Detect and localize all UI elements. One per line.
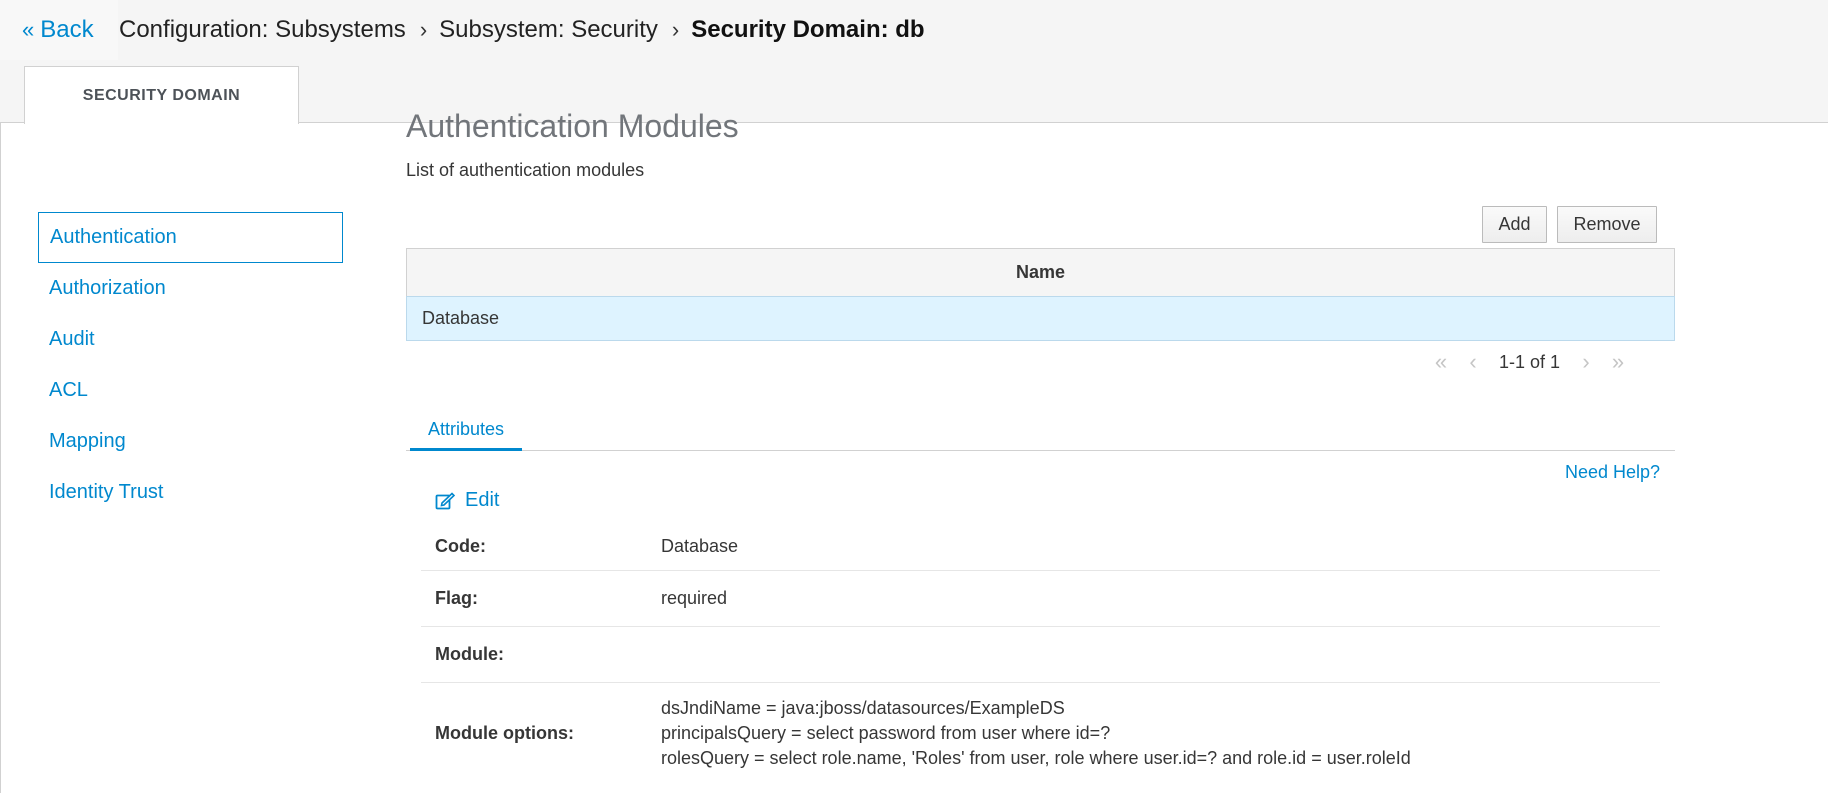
attribute-label: Module:: [435, 644, 504, 664]
sidebar-item-audit[interactable]: Audit: [38, 314, 343, 365]
modules-table: Name Database: [406, 248, 1675, 341]
back-label: Back: [40, 16, 94, 43]
add-button[interactable]: Add: [1482, 206, 1547, 243]
sidebar-item-authorization[interactable]: Authorization: [38, 263, 343, 314]
first-page-icon[interactable]: «: [1425, 349, 1457, 375]
need-help-link[interactable]: Need Help?: [1565, 462, 1660, 483]
attribute-value: required: [661, 588, 728, 608]
pagination: « ‹ 1-1 of 1 › »: [1425, 348, 1634, 376]
attribute-row-code: Code: Database: [421, 522, 1660, 571]
table-cell: Database: [422, 308, 500, 328]
section-description: List of authentication modules: [406, 160, 645, 180]
attribute-label: Module options:: [435, 722, 574, 743]
attribute-label: Code:: [435, 535, 486, 556]
edit-label: Edit: [465, 489, 500, 511]
chevron-right-icon: ›: [419, 17, 428, 42]
module-option-line: dsJndiName = java:jboss/datasources/Exam…: [661, 697, 1065, 718]
breadcrumb-current: Security Domain: db: [691, 16, 925, 43]
breadcrumb: Configuration: Subsystems › Subsystem: S…: [119, 0, 925, 60]
breadcrumb-item[interactable]: Subsystem: Security: [439, 16, 658, 44]
tab-attributes[interactable]: Attributes: [410, 410, 522, 451]
attribute-value: Database: [661, 535, 739, 556]
top-header: « Back Configuration: Subsystems › Subsy…: [0, 0, 1828, 124]
tab-security-domain[interactable]: SECURITY DOMAIN: [24, 66, 299, 124]
sidebar-item-identity-trust[interactable]: Identity Trust: [38, 467, 343, 518]
page-info: 1-1 of 1: [1499, 351, 1561, 372]
edit-icon: [435, 491, 455, 509]
remove-button[interactable]: Remove: [1557, 206, 1657, 243]
chevron-right-icon: ›: [671, 17, 680, 42]
section-title: Authentication Modules: [406, 108, 739, 144]
last-page-icon[interactable]: »: [1602, 349, 1634, 375]
double-chevron-left-icon: «: [22, 17, 35, 42]
table-row[interactable]: Database: [406, 296, 1675, 341]
sidebar-item-mapping[interactable]: Mapping: [38, 416, 343, 467]
prev-page-icon[interactable]: ‹: [1457, 349, 1489, 375]
next-page-icon[interactable]: ›: [1570, 349, 1602, 375]
attribute-row-module: Module:: [421, 627, 1660, 683]
attribute-label: Flag:: [435, 588, 478, 608]
attribute-row-module-options: Module options: dsJndiName = java:jboss/…: [421, 683, 1660, 783]
module-option-line: principalsQuery = select password from u…: [661, 722, 1111, 743]
detail-tabs: Attributes: [406, 410, 1675, 451]
column-header-name[interactable]: Name: [407, 249, 1674, 297]
edit-link[interactable]: Edit: [435, 489, 499, 512]
module-option-line: rolesQuery = select role.name, 'Roles' f…: [661, 747, 1411, 768]
sidebar-item-authentication[interactable]: Authentication: [38, 212, 343, 263]
back-button[interactable]: « Back: [0, 0, 118, 60]
sidebar-item-acl[interactable]: ACL: [38, 365, 343, 416]
left-border: [0, 123, 1, 793]
sidebar-nav: Authentication Authorization Audit ACL M…: [38, 212, 343, 518]
breadcrumb-item[interactable]: Configuration: Subsystems: [119, 16, 406, 44]
attribute-row-flag: Flag: required: [421, 571, 1660, 627]
attribute-value: dsJndiName = java:jboss/datasources/Exam…: [661, 696, 1411, 771]
